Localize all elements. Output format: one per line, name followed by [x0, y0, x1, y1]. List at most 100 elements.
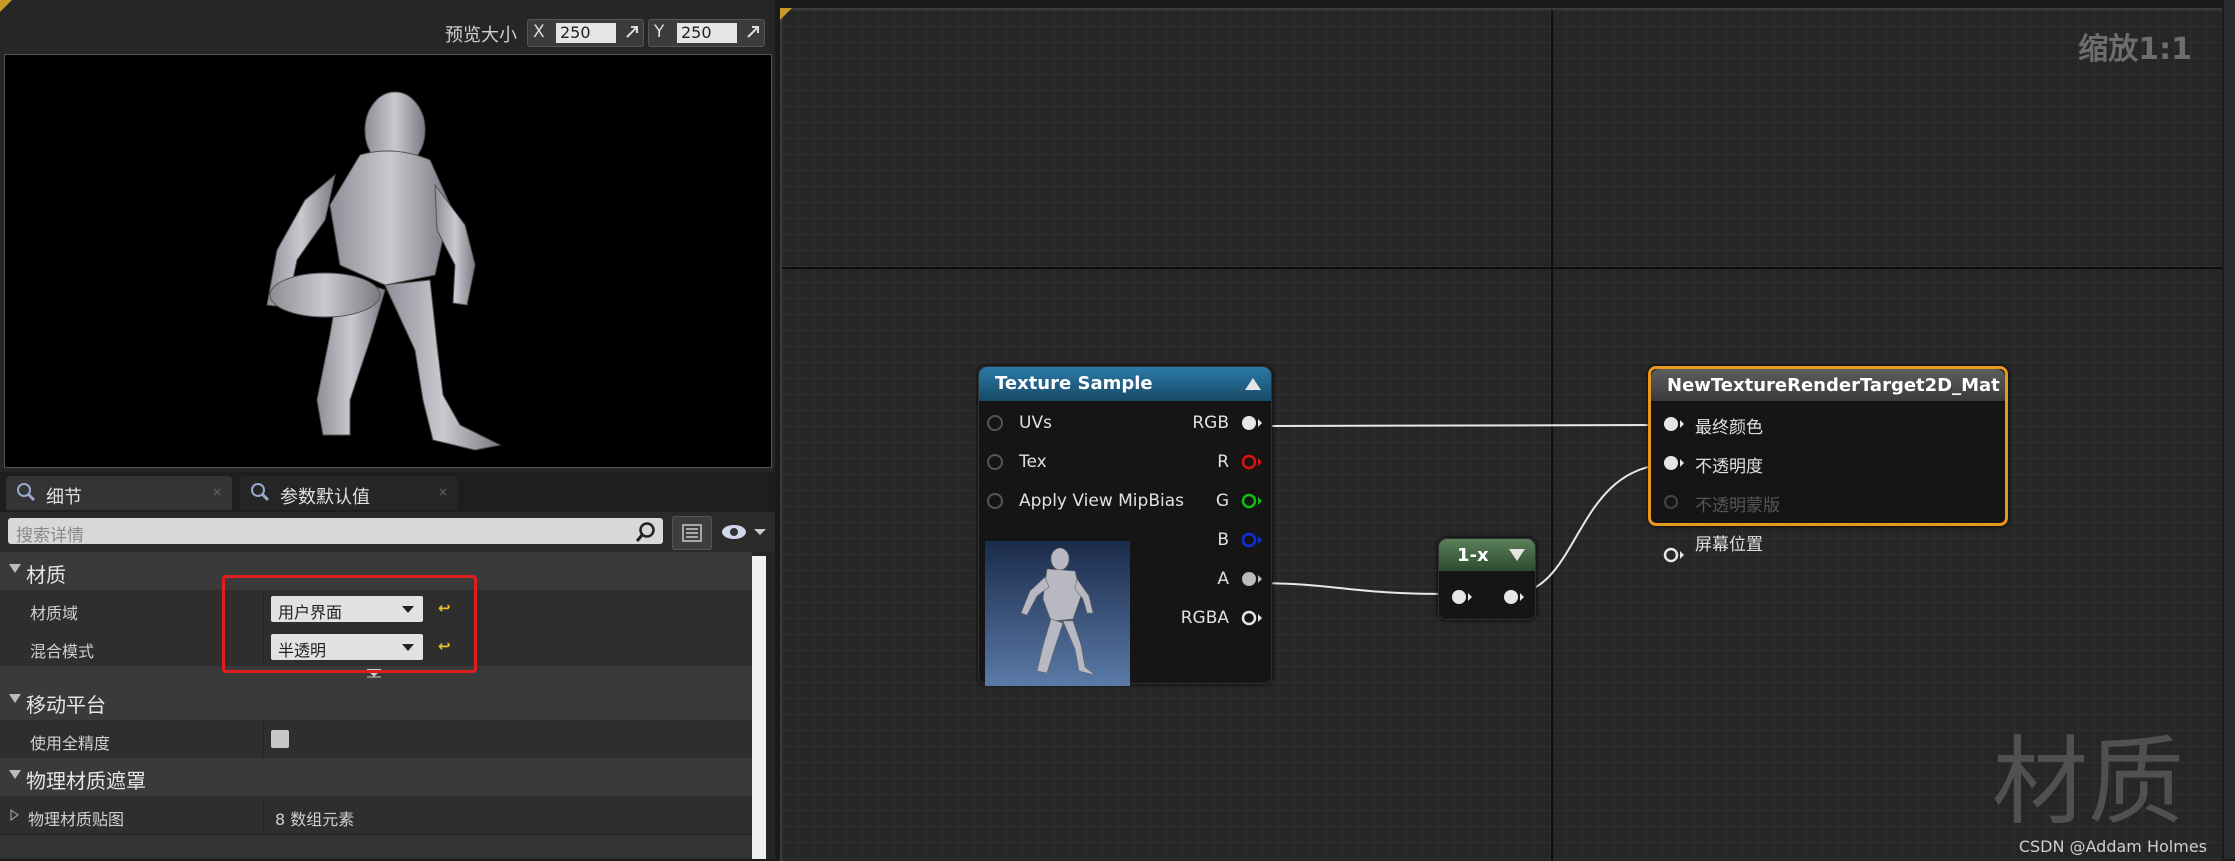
node-title: Texture Sample — [995, 373, 1153, 394]
pin-mipbias-icon — [987, 493, 1003, 509]
mannequin-thumbnail — [1020, 547, 1096, 676]
texture-thumbnail — [985, 541, 1130, 686]
pin-screen-position-icon — [1663, 547, 1684, 563]
category-mobile[interactable]: 移动平台 — [0, 682, 752, 721]
list-icon — [682, 524, 702, 542]
tab-label: 参数默认值 — [280, 487, 370, 508]
pin-label-b: B — [1217, 530, 1229, 550]
tab-parameter-defaults[interactable]: 参数默认值 × — [240, 476, 458, 510]
pin-label-opacity-mask: 不透明蒙版 — [1695, 496, 1780, 516]
property-label: 物理材质贴图 — [28, 810, 125, 829]
node-header[interactable]: 1-x — [1439, 539, 1535, 571]
pin-label-opacity: 不透明度 — [1695, 457, 1763, 477]
pin-tex-icon — [987, 454, 1003, 470]
pin-r-icon — [1241, 454, 1257, 470]
material-result-node[interactable]: NewTextureRenderTarget2D_Mat 最终颜色 不透明度 不… — [1648, 366, 2008, 563]
credit-text: CSDN @Addam Holmes — [2018, 837, 2207, 856]
node-title: 1-x — [1457, 545, 1489, 566]
pin-label-r: R — [1217, 452, 1229, 472]
pin-b-icon — [1241, 532, 1257, 548]
details-icon — [17, 483, 36, 502]
category-title: 移动平台 — [26, 693, 106, 717]
preview-x-value[interactable]: 250 — [556, 23, 616, 43]
wire-rgb-to-final-color — [1249, 424, 1674, 427]
resize-icon[interactable] — [746, 25, 760, 39]
material-preview-viewport[interactable] — [4, 54, 772, 468]
collapse-icon[interactable] — [1509, 549, 1525, 561]
preview-size-bar: 预览大小 X 250 Y 250 — [0, 14, 775, 52]
oneminus-pins — [1452, 590, 1524, 604]
pin-output-icon — [1504, 590, 1518, 604]
column-divider — [263, 796, 264, 834]
preview-size-label: 预览大小 — [445, 25, 517, 46]
result-input-pins — [1664, 417, 1684, 509]
mannequin-figure — [266, 91, 502, 451]
pin-a-icon — [1242, 572, 1256, 586]
search-placeholder: 搜索详情 — [16, 526, 84, 546]
pin-uvs-icon — [987, 415, 1003, 431]
node-header[interactable]: Texture Sample — [979, 367, 1271, 401]
expand-arrow-icon[interactable] — [9, 694, 21, 703]
pin-opacity-mask-icon — [1664, 495, 1678, 509]
property-label: 使用全精度 — [30, 734, 111, 753]
category-physical-material-mask[interactable]: 物理材质遮罩 — [0, 758, 752, 797]
pin-label-g: G — [1215, 491, 1229, 511]
full-precision-checkbox[interactable] — [271, 730, 289, 748]
eye-icon — [722, 525, 766, 539]
details-icon — [251, 483, 270, 502]
node-header[interactable]: NewTextureRenderTarget2D_Mat — [1651, 369, 2005, 401]
node-title: NewTextureRenderTarget2D_Mat — [1667, 375, 2000, 396]
preview-y-label: Y — [654, 22, 665, 42]
texture-sample-node[interactable]: Texture Sample UVs Tex Apply View MipBia… — [978, 366, 1272, 686]
property-label: 材质域 — [30, 604, 79, 623]
right-edge-bar — [2224, 0, 2235, 859]
annotation-highlight-box — [222, 575, 477, 673]
category-title: 物理材质遮罩 — [26, 769, 146, 793]
resize-icon[interactable] — [625, 25, 639, 39]
preview-y-value[interactable]: 250 — [677, 23, 737, 43]
preview-x-label: X — [533, 22, 545, 42]
expand-arrow-icon[interactable] — [9, 770, 21, 779]
category-title: 材质 — [26, 563, 66, 587]
column-divider — [263, 720, 264, 758]
details-tab-bar: 细节 × 参数默认值 × — [0, 472, 775, 512]
pin-label-tex: Tex — [1019, 452, 1047, 472]
collapse-icon[interactable] — [1245, 378, 1261, 390]
expand-right-icon[interactable] — [10, 809, 20, 821]
visibility-options-button[interactable] — [716, 518, 772, 546]
panel-corner-marker — [0, 0, 12, 12]
preview-x-field[interactable]: X 250 — [527, 19, 644, 47]
preview-y-field[interactable]: Y 250 — [648, 19, 765, 47]
pin-final-color-icon — [1664, 417, 1678, 431]
pin-label-a: A — [1217, 569, 1229, 589]
array-element-count: 8 数组元素 — [275, 810, 355, 829]
pin-rgb-icon — [1242, 416, 1256, 430]
pin-rgba-icon — [1241, 610, 1257, 626]
pin-opacity-icon — [1664, 456, 1678, 470]
pin-label-final-color: 最终颜色 — [1695, 418, 1763, 438]
material-graph-canvas[interactable]: 缩放1:1 Texture Sample UVs Tex Apply View … — [780, 8, 2222, 861]
pin-label-rgba: RGBA — [1180, 608, 1229, 628]
search-icon[interactable] — [635, 521, 657, 543]
close-icon[interactable]: × — [438, 485, 448, 499]
close-icon[interactable]: × — [212, 485, 222, 499]
pin-label-mipbias: Apply View MipBias — [1019, 491, 1184, 511]
pin-g-icon — [1241, 493, 1257, 509]
tab-details[interactable]: 细节 × — [6, 476, 232, 510]
expand-arrow-icon[interactable] — [9, 564, 21, 573]
output-pins — [1241, 416, 1262, 626]
property-row-physical-material-map: 物理材质贴图 8 数组元素 — [0, 796, 752, 835]
one-minus-node[interactable]: 1-x — [1438, 538, 1536, 620]
search-row: 搜索详情 — [0, 512, 775, 552]
graph-corner-marker — [780, 8, 792, 20]
pin-label-rgb: RGB — [1192, 413, 1229, 433]
pin-label-uvs: UVs — [1019, 413, 1052, 433]
details-scrollbar[interactable] — [752, 556, 766, 859]
property-row-full-precision: 使用全精度 — [0, 720, 752, 759]
tab-label: 细节 — [46, 487, 82, 508]
wire-a-to-oneminus — [1249, 582, 1451, 595]
material-watermark: 材质 — [1992, 726, 2184, 838]
search-input[interactable]: 搜索详情 — [8, 518, 663, 546]
list-view-button[interactable] — [672, 516, 712, 550]
pin-input-icon — [1452, 590, 1466, 604]
